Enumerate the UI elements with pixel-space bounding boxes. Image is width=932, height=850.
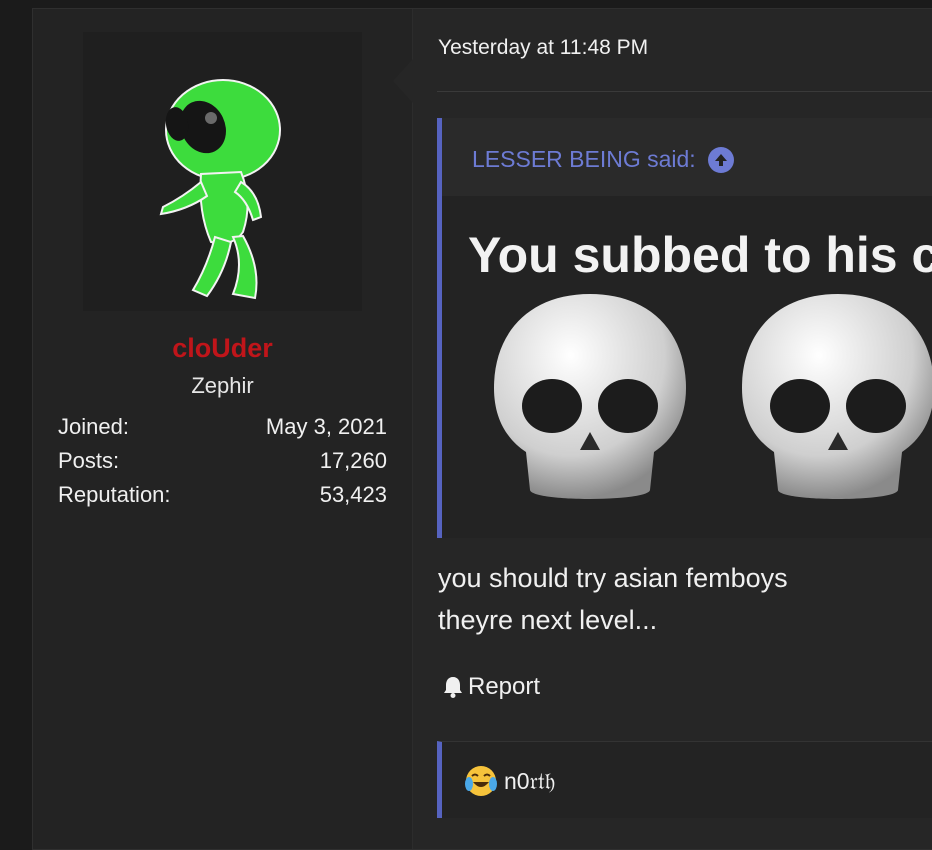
post-pointer-arrow: [393, 59, 413, 103]
report-button[interactable]: Report: [442, 673, 540, 701]
stat-posts: Posts: 17,260: [58, 446, 387, 480]
message-line: you should try asian femboys: [438, 563, 788, 593]
stat-value: May 3, 2021: [265, 414, 387, 439]
stat-label: Joined:: [58, 414, 129, 439]
stat-label: Posts:: [58, 448, 120, 473]
user-stats: Joined: May 3, 2021 Posts: 17,260 Reputa…: [58, 412, 387, 514]
arrow-up-circle-icon[interactable]: [707, 146, 734, 173]
quote-text: You subbed to his c: [468, 227, 932, 283]
reactions-bar[interactable]: n0𝔯𝔱𝔥: [437, 741, 932, 818]
stat-label: Reputation:: [58, 482, 171, 507]
post-header-divider: [437, 91, 932, 92]
bell-icon: [444, 677, 462, 698]
stat-joined: Joined: May 3, 2021: [58, 412, 387, 446]
quote-header[interactable]: LESSER BEING said:: [472, 146, 734, 173]
quote-author[interactable]: LESSER BEING said:: [472, 146, 696, 173]
post-date[interactable]: Yesterday at 11:48 PM: [438, 36, 648, 60]
quote-block: LESSER BEING said: You subbed to his c: [437, 118, 932, 538]
report-label: Report: [468, 673, 541, 700]
crying-laughing-emoji-icon: [465, 766, 497, 796]
reaction-summary[interactable]: n0𝔯𝔱𝔥: [464, 764, 555, 798]
reaction-users[interactable]: n0𝔯𝔱𝔥: [504, 768, 555, 795]
avatar[interactable]: [83, 32, 362, 311]
message-line: theyre next level...: [438, 605, 658, 635]
quote-content: You subbed to his c: [442, 196, 932, 538]
post-message: you should try asian femboys theyre next…: [438, 557, 788, 641]
username[interactable]: cloUder: [33, 333, 412, 364]
stat-reputation: Reputation: 53,423: [58, 480, 387, 514]
skull-emoji-icon: [742, 294, 932, 499]
stat-value: 17,260: [319, 448, 387, 473]
user-title: Zephir: [191, 373, 254, 398]
stat-value: 53,423: [319, 482, 387, 507]
skull-emoji-icon: [494, 294, 686, 499]
alien-avatar-image: [159, 79, 281, 300]
